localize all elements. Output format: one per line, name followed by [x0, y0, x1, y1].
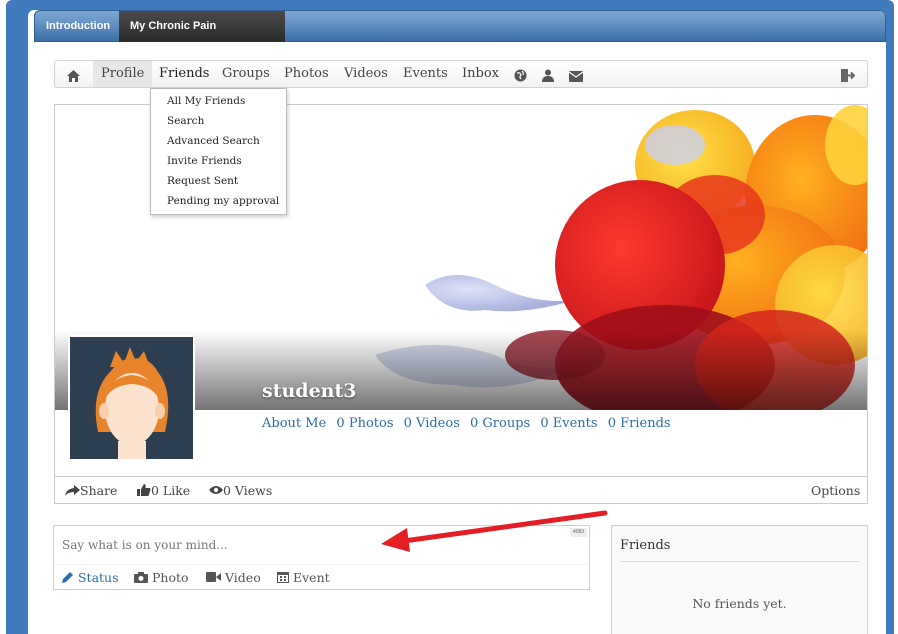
user-icon[interactable]	[542, 67, 556, 82]
main-nav-bar: Profile Friends Groups Photos Videos Eve…	[54, 60, 868, 88]
like-count: 0 Like	[151, 483, 191, 498]
link-groups-count[interactable]: 0 Groups	[470, 416, 530, 431]
thumbs-up-icon	[137, 484, 151, 496]
profile-username: student3	[262, 380, 357, 402]
composer-tab-video-label: Video	[224, 570, 261, 585]
nav-videos[interactable]: Videos	[344, 61, 388, 87]
views-count: 0 Views	[223, 483, 273, 498]
envelope-icon[interactable]	[568, 67, 584, 82]
composer-tab-video[interactable]: Video	[206, 570, 261, 585]
corner-tag: 4083	[570, 528, 587, 537]
friends-panel: Friends No friends yet.	[611, 525, 868, 634]
share-button[interactable]: Share	[65, 483, 117, 498]
status-input[interactable]	[62, 534, 562, 556]
composer-tab-event[interactable]: Event	[277, 570, 330, 585]
menu-item-invite-friends[interactable]: Invite Friends	[167, 155, 242, 167]
composer-tab-status[interactable]: Status	[62, 570, 119, 585]
logout-icon[interactable]	[841, 67, 856, 82]
home-icon[interactable]	[67, 67, 81, 82]
menu-item-search[interactable]: Search	[167, 115, 204, 127]
status-composer: 4083 Status Photo Video Event	[53, 525, 590, 590]
composer-divider	[54, 564, 589, 565]
avatar[interactable]	[68, 335, 195, 461]
nav-friends[interactable]: Friends	[159, 61, 209, 87]
link-about-me[interactable]: About Me	[262, 416, 326, 431]
composer-tab-photo-label: Photo	[151, 570, 189, 585]
options-button[interactable]: Options	[811, 483, 860, 498]
friends-empty-message: No friends yet.	[692, 596, 787, 611]
menu-item-pending-my-approval[interactable]: Pending my approval	[167, 195, 279, 207]
composer-tab-photo[interactable]: Photo	[134, 570, 189, 585]
link-videos-count[interactable]: 0 Videos	[404, 416, 460, 431]
tab-my-chronic-pain-community[interactable]: My Chronic Pain Community	[119, 11, 285, 63]
eye-icon	[209, 486, 223, 494]
nav-groups[interactable]: Groups	[222, 61, 270, 87]
profile-links: About Me 0 Photos 0 Videos 0 Groups 0 Ev…	[262, 416, 677, 431]
friends-panel-divider	[620, 561, 859, 562]
nav-events[interactable]: Events	[403, 61, 448, 87]
friends-dropdown-menu: All My Friends Search Advanced Search In…	[150, 88, 287, 215]
globe-icon[interactable]	[514, 67, 528, 82]
pencil-icon	[62, 572, 73, 583]
avatar-face-icon	[95, 347, 169, 459]
menu-item-request-sent[interactable]: Request Sent	[167, 175, 238, 187]
link-events-count[interactable]: 0 Events	[540, 416, 597, 431]
tab-introduction[interactable]: Introduction	[35, 11, 117, 42]
menu-item-advanced-search[interactable]: Advanced Search	[167, 135, 260, 147]
friends-panel-title: Friends	[620, 538, 671, 553]
composer-tab-event-label: Event	[292, 570, 330, 585]
share-icon	[65, 485, 80, 496]
menu-item-all-my-friends[interactable]: All My Friends	[167, 95, 245, 107]
nav-photos[interactable]: Photos	[284, 61, 329, 87]
nav-profile[interactable]: Profile	[93, 61, 153, 87]
camera-icon	[134, 572, 148, 583]
profile-action-bar: Share 0 Like 0 Views Options	[54, 476, 868, 504]
top-tab-bar: Introduction My Chronic Pain Community	[34, 10, 886, 63]
nav-inbox[interactable]: Inbox	[462, 61, 499, 87]
share-label: Share	[80, 483, 118, 498]
views-indicator: 0 Views	[209, 483, 272, 498]
link-friends-count[interactable]: 0 Friends	[608, 416, 671, 431]
video-camera-icon	[206, 572, 221, 582]
composer-tab-status-label: Status	[77, 570, 119, 585]
link-photos-count[interactable]: 0 Photos	[336, 416, 393, 431]
like-button[interactable]: 0 Like	[137, 483, 190, 498]
calendar-icon	[277, 572, 289, 583]
